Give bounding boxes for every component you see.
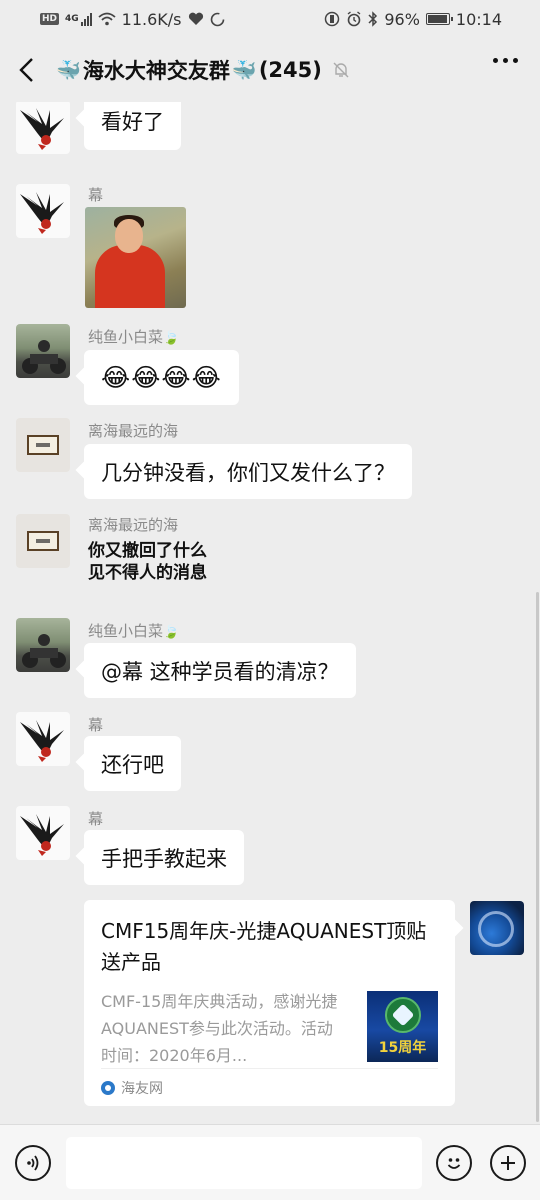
status-left: HD 4G 11.6K/s [40,10,225,29]
text-line: 见不得人的消息 [88,563,207,583]
status-bar: HD 4G 11.6K/s 96% 10:14 [0,0,540,38]
sender-name: 离海最远的海 [88,516,179,534]
leaf-icon: 🍃 [163,331,180,346]
avatar[interactable] [16,184,70,238]
health-heart-icon [188,12,203,25]
title-bar: 🐳 海水大神交友群 🐳 (245) [0,38,540,102]
sender-name: 纯鱼小白菜🍃 [88,328,180,346]
group-name: 海水大神交友群 [82,59,230,83]
voice-button[interactable] [15,1145,51,1181]
leaf-icon: 🍃 [163,625,180,640]
avatar[interactable] [16,806,70,860]
text-image-message[interactable]: 你又撤回了什么 见不得人的消息 [88,540,207,584]
more-functions-button[interactable] [490,1145,526,1181]
link-thumbnail: 15周年 [367,991,438,1062]
status-right: 96% 10:14 [324,10,502,29]
motorcycle-avatar-icon [22,340,66,374]
bird-avatar-icon [20,108,64,150]
scrollbar[interactable] [536,592,539,1122]
sender-name: 幕 [88,186,104,204]
voice-icon [27,1155,39,1171]
more-options-button[interactable] [493,58,518,63]
whale-icon: 🐳 [231,58,257,82]
wifi-icon [98,12,116,26]
message-bubble[interactable]: @幕 这种学员看的清凉？ [84,643,356,698]
avatar[interactable] [16,324,70,378]
battery-icon [425,13,453,25]
network-label: 4G [65,14,79,24]
smiley-icon [447,1158,461,1169]
bird-avatar-icon [20,814,64,856]
chat-title: 🐳 海水大神交友群 🐳 (245) [56,55,350,85]
link-body: CMF-15周年庆典活动，感谢光捷AQUANEST参与此次活动。活动时间：202… [101,988,438,1069]
member-count: (245) [258,58,322,82]
message-bubble[interactable]: 手把手教起来 [84,830,244,885]
sender-name: 幕 [88,810,104,828]
plus-icon [501,1156,515,1170]
link-title: CMF15周年庆-光捷AQUANEST顶贴送产品 [101,919,427,974]
mute-bell-icon [333,62,349,78]
alarm-icon [347,11,361,27]
bird-avatar-icon [20,720,64,762]
avatar[interactable] [16,712,70,766]
thumbnail-label: 15周年 [378,1040,427,1056]
link-source: 海友网 [101,1068,438,1106]
link-description: CMF-15周年庆典活动，感谢光捷AQUANEST参与此次活动。活动时间：202… [101,992,338,1065]
avatar[interactable] [16,618,70,672]
avatar[interactable] [16,418,70,472]
my-avatar[interactable] [470,901,524,955]
signal-icon [80,12,92,26]
message-bubble[interactable]: 几分钟没看，你们又发什么了？ [84,444,412,499]
message-input[interactable] [66,1137,422,1189]
sender-name: 纯鱼小白菜🍃 [88,622,180,640]
input-bar [0,1124,540,1200]
link-card[interactable]: CMF15周年庆-光捷AQUANEST顶贴送产品 CMF-15周年庆典活动，感谢… [84,900,455,1106]
photo-message[interactable] [85,207,186,308]
avatar[interactable] [16,514,70,568]
bird-avatar-icon [20,192,64,234]
avatar[interactable] [16,102,70,154]
battery-percent: 96% [384,9,420,29]
message-bubble[interactable]: 😂😂😂😂 [84,350,239,405]
bluetooth-icon [368,11,378,27]
hd-badge: HD [40,13,60,25]
whale-icon: 🐳 [56,58,81,82]
sender-name: 离海最远的海 [88,422,179,440]
vibrate-icon [325,11,340,27]
motorcycle-avatar-icon [22,634,66,668]
source-icon [101,1080,115,1095]
message-bubble[interactable]: 还行吧 [84,736,181,791]
emoji-button[interactable] [436,1145,472,1181]
sync-icon [210,12,224,26]
message-bubble[interactable]: 看好了 [84,102,181,150]
back-button[interactable] [0,38,56,102]
clock: 10:14 [455,9,502,29]
network-speed: 11.6K/s [121,9,182,29]
chat-area[interactable]: 幕 看好了 幕 纯鱼小白菜🍃 😂😂😂😂 离海最远的海 几分钟没看，你们又发什么了… [0,102,540,1124]
chevron-left-icon [19,58,33,82]
source-name: 海友网 [121,1080,163,1097]
text-line: 你又撤回了什么 [88,541,207,561]
sender-name: 幕 [88,716,104,734]
